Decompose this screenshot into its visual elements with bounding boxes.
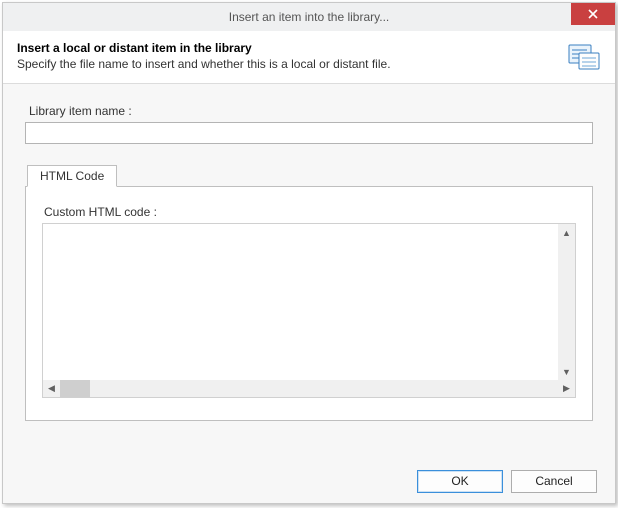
tab-html-code[interactable]: HTML Code [27,165,117,187]
scroll-down-icon[interactable]: ▼ [558,363,575,380]
header-title: Insert a local or distant item in the li… [17,41,559,55]
horizontal-scrollbar[interactable]: ◀ ▶ [43,380,575,397]
ok-button[interactable]: OK [417,470,503,493]
dialog-window: Insert an item into the library... Inser… [2,2,616,504]
tab-area: HTML Code Custom HTML code : ▲ ▼ ◀ [25,164,593,421]
custom-html-label: Custom HTML code : [44,205,576,219]
header-subtitle: Specify the file name to insert and whet… [17,57,559,71]
scroll-up-icon[interactable]: ▲ [558,224,575,241]
horizontal-scroll-thumb[interactable] [60,380,90,397]
library-item-input[interactable] [25,122,593,144]
editor-wrap: ▲ ▼ ◀ ▶ [42,223,576,398]
custom-html-textarea[interactable] [43,224,557,380]
library-item-label: Library item name : [29,104,593,118]
vertical-scrollbar[interactable]: ▲ ▼ [558,224,575,380]
header-text-block: Insert a local or distant item in the li… [17,41,559,71]
tab-header: HTML Code [25,165,593,187]
titlebar: Insert an item into the library... [3,3,615,31]
editor-viewport: ▲ ▼ [43,224,575,380]
content-area: Library item name : HTML Code Custom HTM… [3,84,615,459]
header-panel: Insert a local or distant item in the li… [3,31,615,84]
scroll-left-icon[interactable]: ◀ [43,380,60,397]
tab-body: Custom HTML code : ▲ ▼ ◀ ▶ [25,186,593,421]
library-icon [567,41,601,71]
cancel-button[interactable]: Cancel [511,470,597,493]
close-button[interactable] [571,3,615,25]
window-title: Insert an item into the library... [229,10,390,24]
close-icon [588,9,598,19]
scroll-right-icon[interactable]: ▶ [558,380,575,397]
dialog-footer: OK Cancel [3,459,615,503]
